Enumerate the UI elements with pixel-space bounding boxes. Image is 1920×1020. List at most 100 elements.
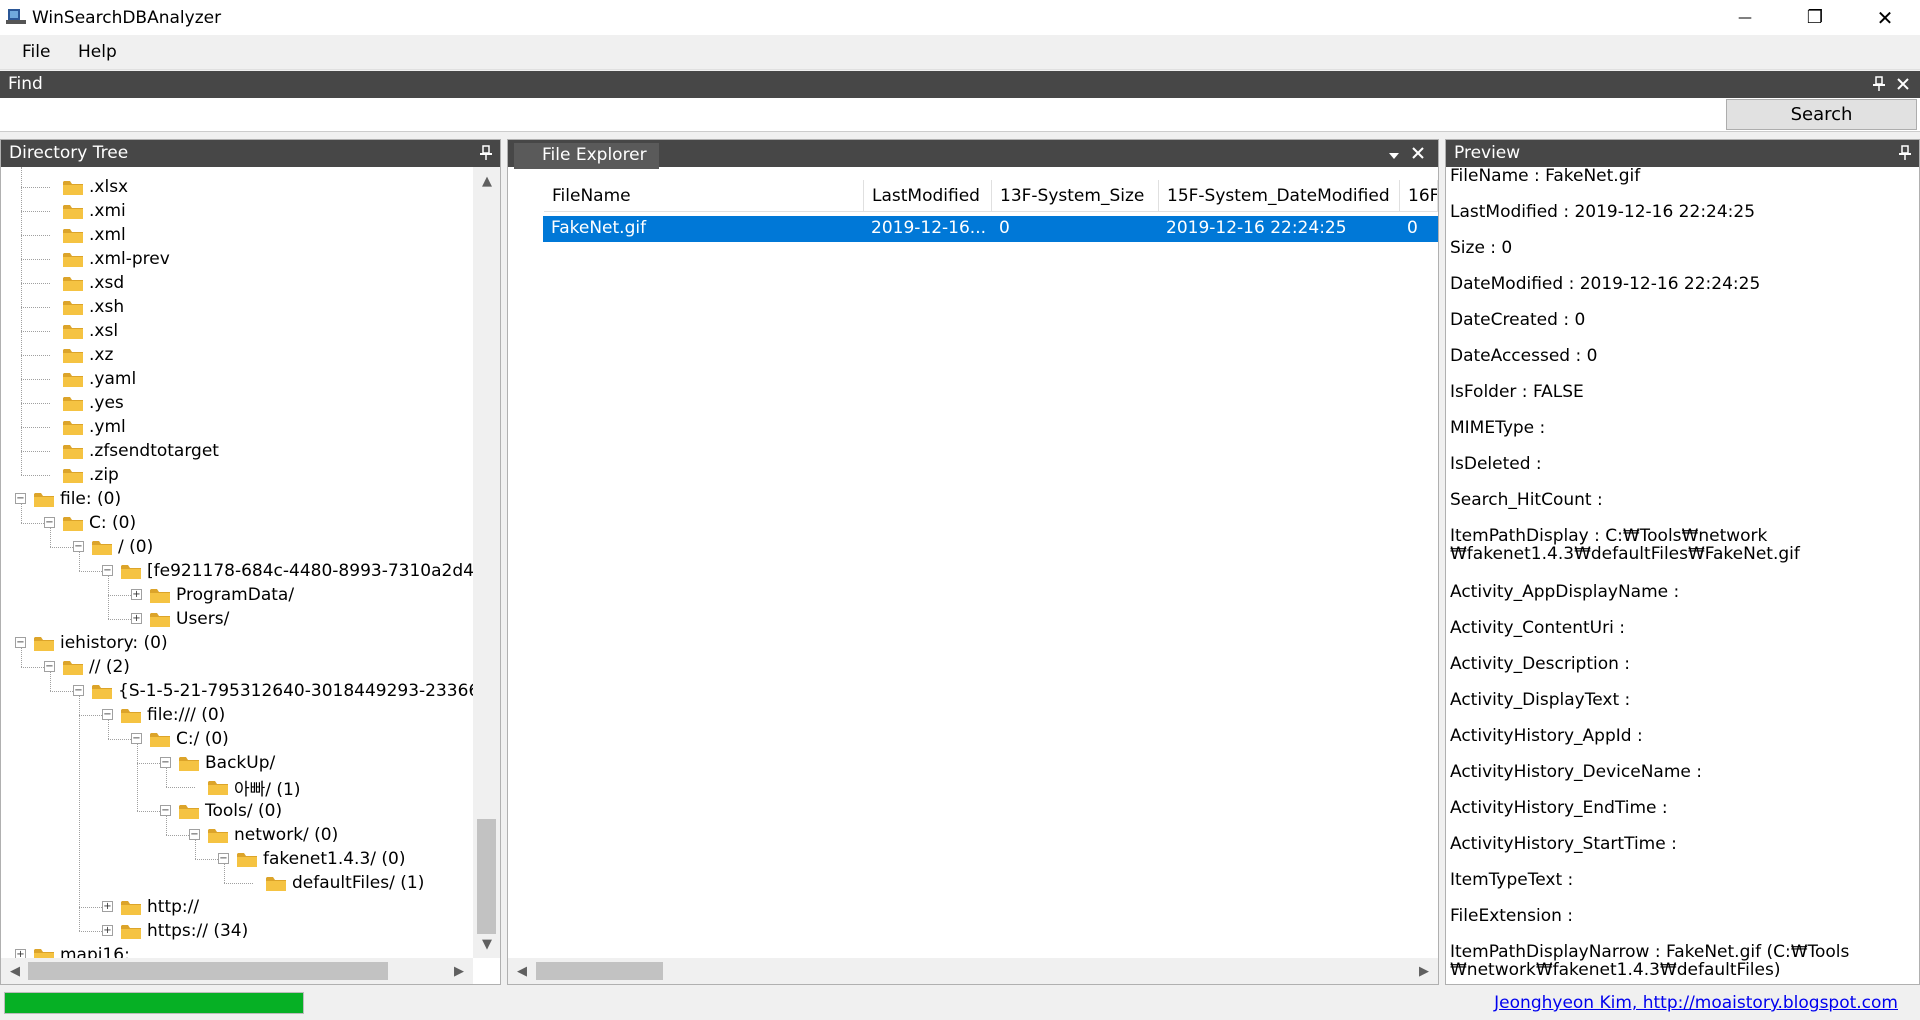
- folder-icon: [63, 372, 83, 387]
- folder-icon: [92, 540, 112, 555]
- tree-node[interactable]: .yes: [62, 391, 124, 415]
- collapse-icon[interactable]: −: [160, 805, 171, 816]
- file-list-horizontal-scrollbar[interactable]: ◀ ▶: [508, 958, 1438, 984]
- preview-property: ItemTypeText :: [1450, 870, 1574, 890]
- close-button[interactable]: ✕: [1850, 0, 1920, 35]
- collapse-icon[interactable]: −: [73, 541, 84, 552]
- tree-node[interactable]: .xsh: [62, 295, 124, 319]
- author-link[interactable]: Jeonghyeon Kim, http://moaistory.blogspo…: [1494, 993, 1898, 1013]
- tree-node[interactable]: .yaml: [62, 367, 136, 391]
- tree-horizontal-scroll-thumb[interactable]: [28, 962, 388, 980]
- folder-icon: [63, 324, 83, 339]
- collapse-icon[interactable]: −: [15, 493, 26, 504]
- collapse-icon[interactable]: −: [102, 709, 113, 720]
- tree-node[interactable]: file:/// (0): [120, 703, 225, 727]
- tree-node[interactable]: .xml: [62, 223, 126, 247]
- tree-node[interactable]: Tools/ (0): [178, 799, 282, 823]
- close-tab-icon[interactable]: [1411, 145, 1425, 161]
- tree-connector: [21, 451, 50, 452]
- tree-node[interactable]: http://: [120, 895, 199, 919]
- expand-icon[interactable]: +: [102, 925, 113, 936]
- search-button[interactable]: Search: [1726, 99, 1917, 130]
- tree-vertical-scroll-thumb[interactable]: [477, 819, 496, 934]
- menu-file[interactable]: File: [22, 42, 50, 62]
- tree-horizontal-scrollbar[interactable]: ◀ ▶: [1, 958, 473, 984]
- tree-connector: [21, 403, 22, 427]
- column-header-filename[interactable]: FileName: [544, 180, 864, 212]
- tree-node[interactable]: .xlsx: [62, 175, 128, 199]
- close-find-icon[interactable]: [1896, 76, 1910, 92]
- tree-node[interactable]: defaultFiles/ (1): [265, 871, 424, 895]
- collapse-icon[interactable]: −: [102, 565, 113, 576]
- scroll-left-icon[interactable]: ◀: [512, 961, 532, 981]
- tree-node-label: file:/// (0): [147, 705, 226, 725]
- tree-node[interactable]: // (2): [62, 655, 130, 679]
- tree-node[interactable]: iehistory: (0): [33, 631, 168, 655]
- directory-tree[interactable]: .xlsx .xmi .xml .xml-prev .xsd .xsh .xsl .xz .ya…: [1, 167, 473, 958]
- tree-node[interactable]: BackUp/: [178, 751, 275, 775]
- folder-icon: [63, 300, 83, 315]
- collapse-icon[interactable]: −: [189, 829, 200, 840]
- tree-node[interactable]: C: (0): [62, 511, 136, 535]
- tree-node[interactable]: network/ (0): [207, 823, 338, 847]
- cell-lastmodified: 2019-12-16...: [871, 218, 987, 238]
- collapse-icon[interactable]: −: [44, 661, 55, 672]
- maximize-button[interactable]: ❐: [1780, 0, 1850, 35]
- file-list-scroll-thumb[interactable]: [536, 962, 663, 980]
- tree-node[interactable]: C:/ (0): [149, 727, 229, 751]
- column-header-lastmodified[interactable]: LastModified: [864, 180, 992, 212]
- expand-icon[interactable]: +: [131, 589, 142, 600]
- tree-node[interactable]: .zfsendtotarget: [62, 439, 219, 463]
- minimize-button[interactable]: —: [1710, 0, 1780, 35]
- tree-node[interactable]: {S-1-5-21-795312640-3018449293-2336697: [91, 679, 473, 703]
- tree-node[interactable]: .xsl: [62, 319, 118, 343]
- collapse-icon[interactable]: −: [15, 637, 26, 648]
- tree-node[interactable]: / (0): [91, 535, 153, 559]
- tree-node[interactable]: .yml: [62, 415, 126, 439]
- scroll-right-icon[interactable]: ▶: [449, 961, 469, 981]
- scroll-up-icon[interactable]: ▲: [477, 171, 497, 191]
- menu-help[interactable]: Help: [78, 42, 117, 62]
- tree-connector: [21, 355, 50, 356]
- table-row[interactable]: FakeNet.gif 2019-12-16... 0 2019-12-16 2…: [543, 216, 1438, 242]
- tree-node[interactable]: [fe921178-684c-4480-8993-7310a2d49e: [120, 559, 473, 583]
- tree-node[interactable]: .zip: [62, 463, 119, 487]
- tree-node[interactable]: 아빠/ (1): [207, 775, 301, 800]
- tree-node[interactable]: .xmi: [62, 199, 126, 223]
- dropdown-arrow-icon[interactable]: [1387, 148, 1401, 164]
- tree-node[interactable]: Users/: [149, 607, 229, 631]
- tree-node[interactable]: .xz: [62, 343, 113, 367]
- scroll-right-icon[interactable]: ▶: [1414, 961, 1434, 981]
- tree-node[interactable]: ProgramData/: [149, 583, 294, 607]
- expand-icon[interactable]: +: [15, 949, 26, 958]
- tree-node[interactable]: fakenet1.4.3/ (0): [236, 847, 405, 871]
- collapse-icon[interactable]: −: [44, 517, 55, 528]
- collapse-icon[interactable]: −: [160, 757, 171, 768]
- folder-icon: [63, 516, 83, 531]
- tree-node-label: C:/ (0): [176, 729, 229, 749]
- scroll-left-icon[interactable]: ◀: [5, 961, 25, 981]
- pin-icon[interactable]: [1872, 76, 1886, 92]
- tab-file-explorer[interactable]: File Explorer: [514, 143, 659, 169]
- tree-node[interactable]: .xml-prev: [62, 247, 170, 271]
- collapse-icon[interactable]: −: [73, 685, 84, 696]
- tree-connector: [21, 355, 22, 379]
- scroll-down-icon[interactable]: ▼: [477, 934, 497, 954]
- expand-icon[interactable]: +: [102, 901, 113, 912]
- tree-node[interactable]: .xsd: [62, 271, 124, 295]
- tree-node[interactable]: file: (0): [33, 487, 121, 511]
- expand-icon[interactable]: +: [131, 613, 142, 624]
- collapse-icon[interactable]: −: [218, 853, 229, 864]
- pin-icon[interactable]: [1898, 145, 1912, 161]
- search-input[interactable]: [2, 100, 1722, 128]
- tree-vertical-scrollbar[interactable]: ▲ ▼: [473, 167, 500, 958]
- tree-connector: [21, 235, 50, 236]
- tree-node[interactable]: https:// (34): [120, 919, 248, 943]
- column-header-16f[interactable]: 16F-: [1400, 180, 1438, 212]
- column-header-system-size[interactable]: 13F-System_Size: [992, 180, 1159, 212]
- column-header-system-datemodified[interactable]: 15F-System_DateModified: [1159, 180, 1400, 212]
- tree-node[interactable]: mapi16:: [33, 943, 130, 958]
- pin-icon[interactable]: [479, 145, 493, 161]
- preview-property: DateModified : 2019-12-16 22:24:25: [1450, 274, 1761, 294]
- collapse-icon[interactable]: −: [131, 733, 142, 744]
